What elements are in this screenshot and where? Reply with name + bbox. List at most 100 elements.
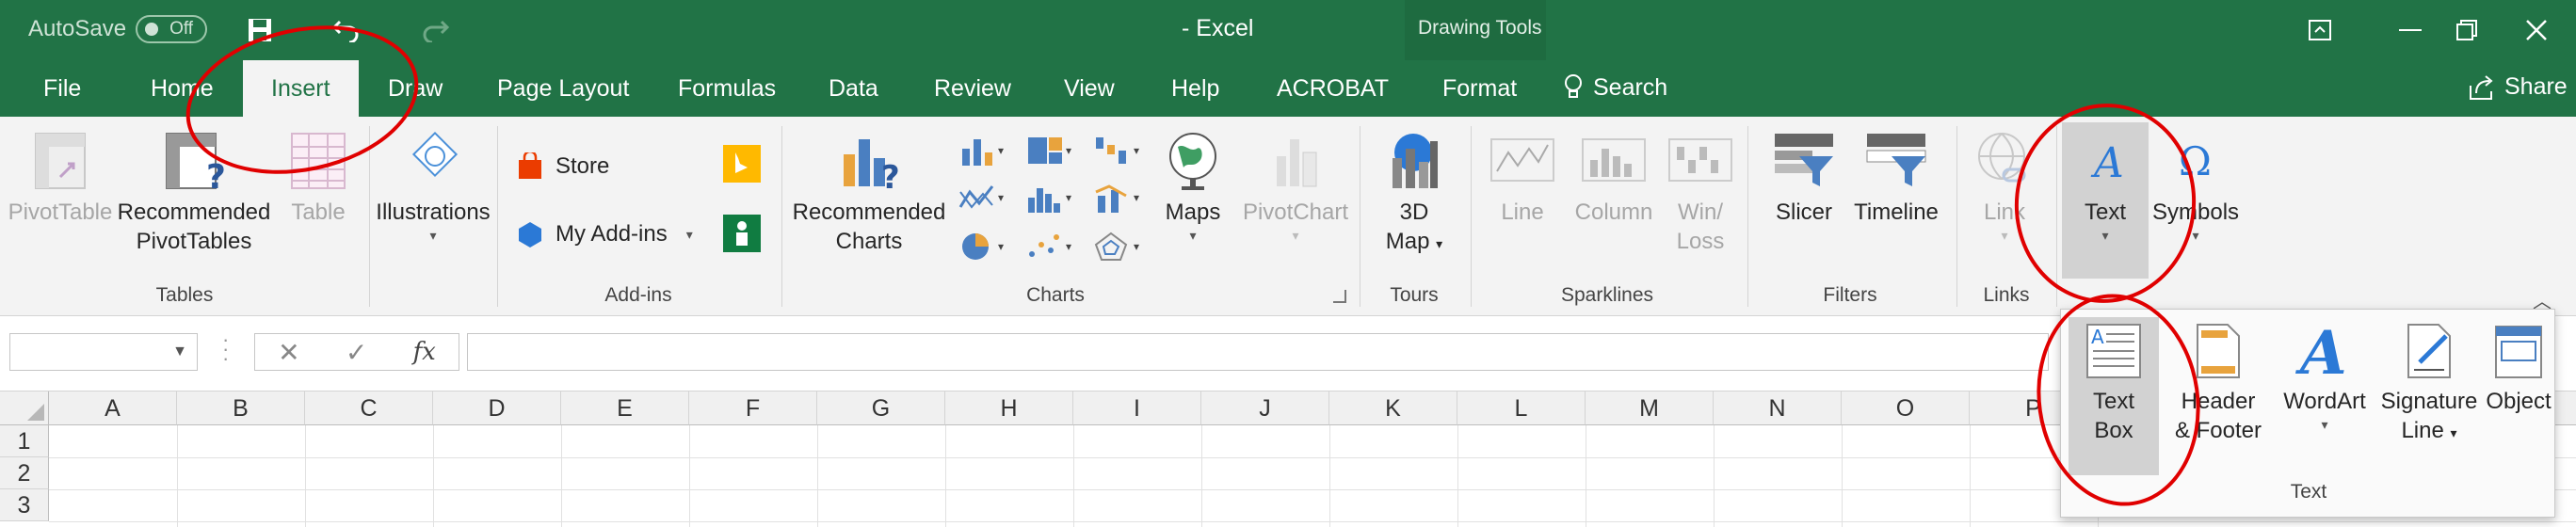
- scatter-chart-button[interactable]: ▾: [1026, 226, 1083, 267]
- column-header[interactable]: A: [49, 391, 177, 425]
- share-button[interactable]: Share: [2467, 73, 2568, 101]
- column-header[interactable]: L: [1457, 391, 1586, 425]
- minimize-icon[interactable]: [2388, 8, 2433, 53]
- object-icon: [2495, 326, 2542, 378]
- group-separator: [369, 126, 370, 307]
- context-tab-group-label: Drawing Tools: [1418, 17, 1542, 39]
- ribbon-display-icon[interactable]: [2297, 8, 2343, 53]
- column-chart-icon: [962, 139, 992, 166]
- wordart-button[interactable]: A WordArt ▾: [2276, 317, 2374, 433]
- column-header[interactable]: M: [1586, 391, 1714, 425]
- tab-format[interactable]: Format: [1442, 75, 1517, 103]
- recommended-charts-button[interactable]: ? Recommended Charts: [791, 130, 947, 256]
- chevron-down-icon: ▾: [1292, 228, 1299, 243]
- autosave-control[interactable]: AutoSave Off: [28, 15, 208, 43]
- store-icon: [519, 152, 541, 179]
- store-button[interactable]: Store: [516, 152, 609, 181]
- waterfall-chart-icon: [1096, 137, 1126, 164]
- column-header[interactable]: G: [817, 391, 945, 425]
- people-graph-icon[interactable]: [723, 215, 761, 252]
- enter-icon[interactable]: ✓: [346, 337, 367, 368]
- group-label-filters: Filters: [1823, 284, 1877, 306]
- charts-dialog-launcher[interactable]: [1333, 290, 1346, 303]
- tab-view[interactable]: View: [1064, 75, 1115, 103]
- gridline: [1970, 425, 1971, 527]
- chevron-down-icon: ▾: [1436, 236, 1443, 251]
- share-label: Share: [2504, 73, 2568, 100]
- wordart-icon: A: [2295, 321, 2347, 381]
- sparkline-line-button[interactable]: Line: [1482, 130, 1563, 227]
- gridline: [689, 425, 690, 527]
- bing-icon[interactable]: [723, 145, 761, 183]
- tab-data[interactable]: Data: [829, 75, 878, 103]
- column-header[interactable]: B: [177, 391, 305, 425]
- statistic-chart-button[interactable]: ▾: [1026, 177, 1083, 218]
- object-button[interactable]: Object: [2483, 317, 2554, 416]
- cancel-icon[interactable]: ✕: [278, 337, 299, 368]
- name-box[interactable]: ▼: [9, 333, 198, 371]
- row-header[interactable]: 3: [0, 489, 49, 521]
- gridline: [817, 425, 818, 527]
- scatter-chart-icon: [1029, 234, 1059, 257]
- 3d-map-button[interactable]: 3D Map ▾: [1371, 130, 1457, 259]
- formula-bar-grip[interactable]: · · ·: [222, 329, 229, 369]
- tab-help[interactable]: Help: [1171, 75, 1219, 103]
- maps-button[interactable]: Maps ▾: [1160, 130, 1226, 244]
- column-header[interactable]: E: [561, 391, 689, 425]
- tab-review[interactable]: Review: [934, 75, 1011, 103]
- column-header[interactable]: D: [433, 391, 561, 425]
- formula-input[interactable]: [467, 333, 2049, 371]
- autosave-toggle[interactable]: Off: [136, 15, 208, 43]
- column-header[interactable]: O: [1842, 391, 1970, 425]
- sparkline-column-button[interactable]: Column: [1569, 130, 1659, 227]
- radar-chart-button[interactable]: ▾: [1094, 226, 1151, 267]
- insert-function-icon[interactable]: fx: [413, 338, 436, 366]
- tab-formulas[interactable]: Formulas: [678, 75, 776, 103]
- pivottable-button[interactable]: PivotTable: [8, 130, 113, 227]
- tell-me-search[interactable]: Search: [1563, 73, 1667, 102]
- group-label-tables: Tables: [155, 284, 214, 306]
- group-separator: [1956, 126, 1957, 307]
- tab-acrobat[interactable]: ACROBAT: [1277, 75, 1389, 103]
- pivotchart-button[interactable]: PivotChart ▾: [1237, 130, 1354, 244]
- sparkline-winloss-button[interactable]: Win/ Loss: [1665, 130, 1736, 256]
- gridline: [561, 425, 562, 527]
- chevron-down-icon: ▾: [2321, 417, 2328, 432]
- close-icon[interactable]: [2514, 8, 2559, 53]
- column-header[interactable]: I: [1073, 391, 1201, 425]
- header-footer-icon: [2197, 324, 2240, 378]
- hierarchy-chart-button[interactable]: ▾: [1026, 130, 1083, 171]
- illustrations-button[interactable]: Illustrations ▾: [375, 130, 491, 244]
- pie-chart-button[interactable]: ▾: [958, 226, 1015, 267]
- tab-page-layout[interactable]: Page Layout: [497, 75, 629, 103]
- sparkline-column-icon: [1582, 138, 1646, 182]
- redo-icon[interactable]: [414, 9, 456, 51]
- pie-chart-icon: [962, 233, 989, 260]
- column-header[interactable]: J: [1201, 391, 1329, 425]
- line-chart-icon: [958, 185, 994, 209]
- timeline-button[interactable]: Timeline: [1849, 130, 1943, 227]
- tab-file[interactable]: File: [43, 75, 81, 103]
- gridline: [433, 425, 434, 527]
- column-header[interactable]: N: [1714, 391, 1842, 425]
- waterfall-chart-button[interactable]: ▾: [1094, 130, 1151, 171]
- column-header[interactable]: C: [305, 391, 433, 425]
- select-all-corner[interactable]: [0, 391, 49, 425]
- chevron-down-icon: ▾: [2450, 425, 2457, 440]
- row-header[interactable]: 2: [0, 457, 49, 489]
- signature-line-button[interactable]: Signature Line ▾: [2377, 317, 2481, 448]
- column-header[interactable]: H: [945, 391, 1073, 425]
- column-chart-button[interactable]: ▾: [958, 130, 1015, 171]
- slicer-button[interactable]: Slicer: [1761, 130, 1847, 227]
- column-header[interactable]: F: [689, 391, 817, 425]
- column-header[interactable]: K: [1329, 391, 1457, 425]
- line-chart-button[interactable]: ▾: [958, 177, 1015, 218]
- share-icon: [2470, 74, 2493, 100]
- combo-chart-button[interactable]: ▾: [1094, 177, 1151, 218]
- gridline: [1073, 425, 1074, 527]
- my-addins-button[interactable]: My Add-ins ▾: [516, 220, 693, 248]
- row-header[interactable]: 1: [0, 425, 49, 457]
- group-label-addins: Add-ins: [604, 284, 672, 306]
- group-separator: [1471, 126, 1472, 307]
- restore-icon[interactable]: [2444, 8, 2489, 53]
